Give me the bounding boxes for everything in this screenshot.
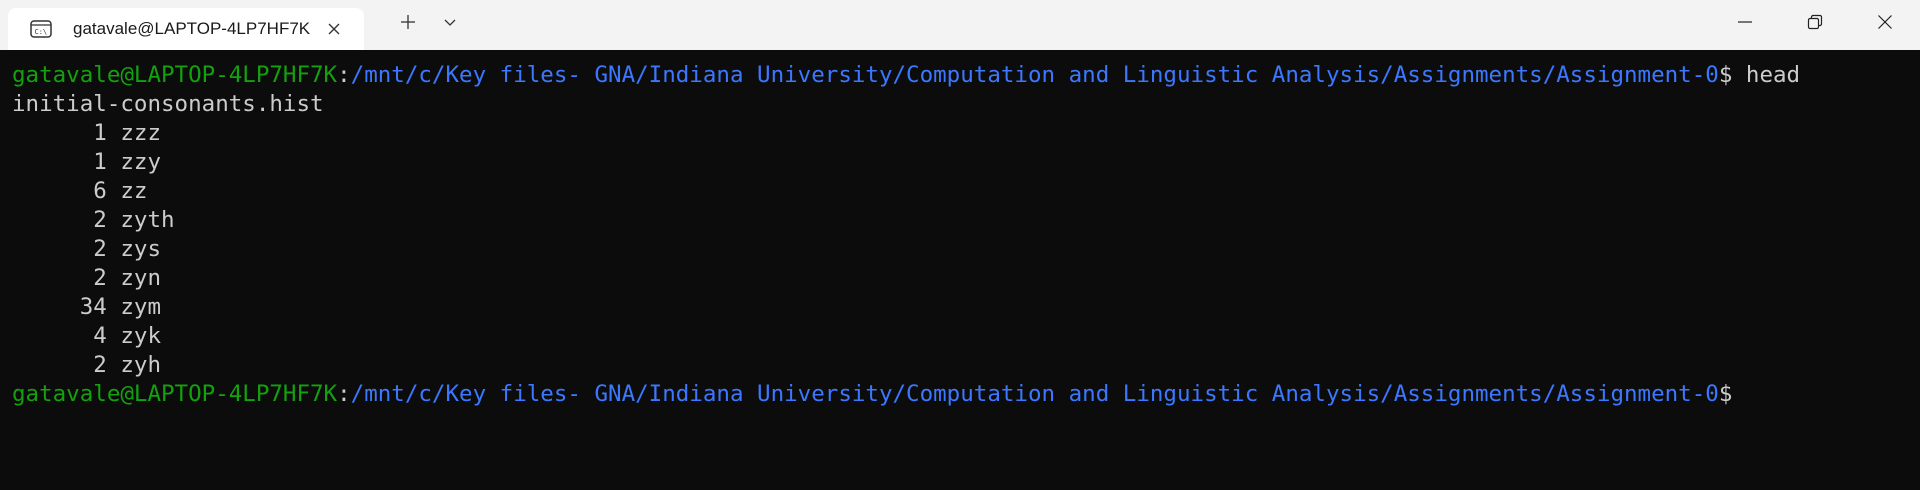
terminal-icon: C:\ (29, 19, 53, 39)
prompt-path: /mnt/c/Key files- GNA/Indiana University… (350, 62, 1719, 88)
terminal-tab[interactable]: C:\ gatavale@LAPTOP-4LP7HF7K (8, 8, 364, 50)
terminal-output[interactable]: gatavale@LAPTOP-4LP7HF7K:/mnt/c/Key file… (0, 50, 1920, 490)
output-line: 2 zys (12, 235, 1920, 264)
prompt-dollar: $ (1718, 62, 1733, 88)
output-line: 2 zyn (12, 264, 1920, 293)
minimize-button[interactable] (1710, 0, 1780, 48)
prompt-line: gatavale@LAPTOP-4LP7HF7K:/mnt/c/Key file… (12, 61, 1920, 90)
output-text: zzz (120, 120, 161, 146)
terminal-window: C:\ gatavale@LAPTOP-4LP7HF7K gatavale@LA… (0, 0, 1920, 490)
close-window-button[interactable] (1850, 0, 1920, 48)
output-count: 2 (93, 207, 107, 233)
output-count: 2 (93, 265, 107, 291)
plus-icon (400, 14, 416, 35)
output-count: 1 (93, 120, 107, 146)
svg-text:C:\: C:\ (35, 28, 48, 36)
prompt-user-host: gatavale@LAPTOP-4LP7HF7K (12, 62, 338, 88)
prompt-user-host: gatavale@LAPTOP-4LP7HF7K (12, 381, 338, 407)
output-count: 34 (79, 294, 107, 320)
close-tab-icon[interactable] (322, 17, 346, 41)
prompt-path: /mnt/c/Key files- GNA/Indiana University… (350, 381, 1719, 407)
tab-title: gatavale@LAPTOP-4LP7HF7K (73, 19, 311, 38)
command-text: head (1732, 62, 1801, 88)
output-text: zzy (120, 149, 161, 175)
maximize-button[interactable] (1780, 0, 1850, 48)
output-text: zys (120, 236, 161, 262)
output-line: 4 zyk (12, 322, 1920, 351)
output-line: 34 zym (12, 293, 1920, 322)
prompt-separator: : (337, 381, 351, 407)
prompt-separator: : (337, 62, 351, 88)
window-controls (1710, 0, 1920, 48)
output-count: 4 (93, 323, 107, 349)
output-count: 6 (93, 178, 107, 204)
restore-icon (1807, 14, 1823, 35)
output-count: 2 (93, 236, 107, 262)
title-bar: C:\ gatavale@LAPTOP-4LP7HF7K (0, 0, 1920, 50)
tab-dropdown-button[interactable] (432, 8, 468, 40)
output-line: 1 zzz (12, 119, 1920, 148)
output-text: zyth (120, 207, 175, 233)
output-line: 6 zz (12, 177, 1920, 206)
minimize-icon (1737, 14, 1753, 35)
prompt-line: gatavale@LAPTOP-4LP7HF7K:/mnt/c/Key file… (12, 380, 1920, 409)
command-output: 1 zzz 1 zzy 6 zz 2 zyth 2 zys 2 zyn 34 zym 4 zy… (12, 119, 1920, 380)
command-wrap-line: initial-consonants.hist (12, 91, 324, 117)
chevron-down-icon (443, 15, 457, 33)
new-tab-button[interactable] (390, 8, 426, 40)
output-text: zz (120, 178, 148, 204)
close-icon (1877, 14, 1893, 35)
output-text: zyk (120, 323, 161, 349)
output-line: 1 zzy (12, 148, 1920, 177)
output-text: zym (120, 294, 161, 320)
output-count: 1 (93, 149, 107, 175)
output-text: zyn (120, 265, 161, 291)
output-line: 2 zyth (12, 206, 1920, 235)
output-line: 2 zyh (12, 351, 1920, 380)
output-text: zyh (120, 352, 161, 378)
output-count: 2 (93, 352, 107, 378)
prompt-dollar: $ (1718, 381, 1733, 407)
